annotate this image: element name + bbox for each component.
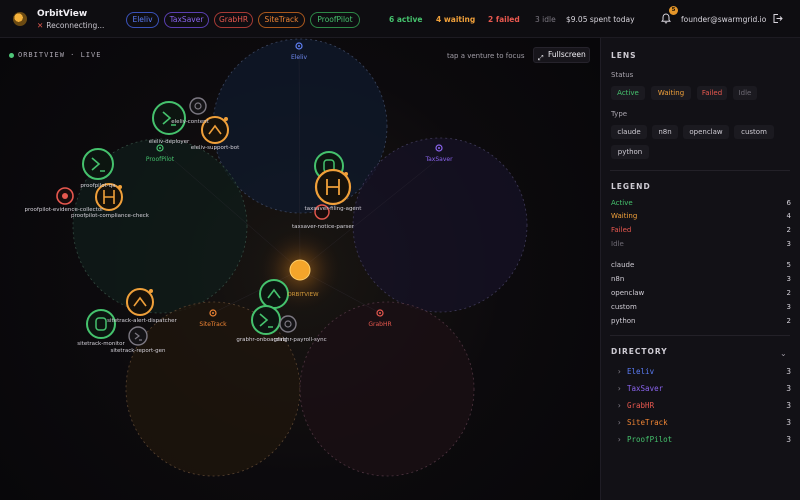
agent-label: grabhr-payroll-sync xyxy=(273,337,327,343)
directory-title: DIRECTORY xyxy=(611,347,668,356)
filter-failed[interactable]: Failed xyxy=(697,86,727,100)
agent-node-eleliv-deployer[interactable] xyxy=(152,101,186,135)
legend-title: LEGEND xyxy=(611,182,651,191)
directory-item-proofpilot[interactable]: › ProofPilot 3 xyxy=(611,435,791,447)
agent-node-sitetrack-alert-dispatcher[interactable] xyxy=(126,288,154,316)
agent-label: proofpilot-qa xyxy=(80,183,116,189)
agent-label: taxsaver-notice-parser xyxy=(291,224,355,230)
agent-node-taxsaver-filing-agent[interactable] xyxy=(314,168,352,206)
filter-idle[interactable]: Idle xyxy=(733,86,757,100)
type-filter-label: Type xyxy=(611,110,628,118)
filter-python[interactable]: python xyxy=(611,145,649,159)
notification-badge: 5 xyxy=(669,6,678,15)
agent-node-proofpilot-evidence-collector[interactable] xyxy=(56,187,74,205)
filter-claude[interactable]: claude xyxy=(611,125,647,139)
chevron-down-icon[interactable]: ⌄ xyxy=(780,349,787,358)
legend-row-claude: claude 5 xyxy=(611,261,791,269)
live-indicator xyxy=(9,53,14,58)
map-title: ORBITVIEW · LIVE xyxy=(18,51,102,59)
agent-label: eleliv-content xyxy=(171,119,209,125)
legend-row-failed: Failed 2 xyxy=(611,226,791,234)
agent-node-grabhr-payroll-sync[interactable] xyxy=(279,315,297,333)
legend-row-active: Active 6 xyxy=(611,199,791,207)
agent-node-grabhr-onboarding[interactable] xyxy=(251,305,281,335)
chevron-right-icon: › xyxy=(617,401,622,410)
agent-label: eleliv-deployer xyxy=(148,139,190,145)
lens-title: LENS xyxy=(611,51,637,60)
chevron-right-icon: › xyxy=(617,384,622,393)
directory-item-taxsaver[interactable]: › TaxSaver 3 xyxy=(611,384,791,396)
divider xyxy=(610,170,790,171)
agent-label: proofpilot-compliance-check xyxy=(71,213,149,219)
legend-row-openclaw: openclaw 2 xyxy=(611,289,791,297)
legend-row-waiting: Waiting 4 xyxy=(611,212,791,220)
venture-orbit-eleliv[interactable] xyxy=(212,38,388,214)
expand-icon: ⤢ xyxy=(538,54,544,62)
venture-orbit-grabhr[interactable] xyxy=(299,301,475,477)
agent-node-grabhr-active[interactable] xyxy=(259,279,289,309)
directory-item-eleliv[interactable]: › Eleliv 3 xyxy=(611,367,791,379)
bell-icon[interactable] xyxy=(661,13,671,24)
agent-label: sitetrack-alert-dispatcher xyxy=(107,318,177,324)
agent-label: sitetrack-report-gen xyxy=(110,348,166,354)
agent-node-proofpilot-qa[interactable] xyxy=(82,148,114,180)
agent-label: taxsaver-filing-agent xyxy=(304,206,362,212)
logout-icon[interactable] xyxy=(772,13,783,24)
map-hint: tap a venture to focus xyxy=(447,52,525,60)
venture-label-grabhr: GrabHR xyxy=(368,321,392,328)
filter-waiting[interactable]: Waiting xyxy=(651,86,691,100)
agent-node-sitetrack-monitor[interactable] xyxy=(86,309,116,339)
legend-row-n8n: n8n 3 xyxy=(611,275,791,283)
legend-row-idle: Idle 3 xyxy=(611,240,791,248)
chevron-right-icon: › xyxy=(617,367,622,376)
agent-node-sitetrack-report-gen[interactable] xyxy=(128,326,148,346)
error-dot-icon xyxy=(62,193,68,199)
venture-label-sitetrack: SiteTrack xyxy=(199,321,227,328)
agent-label: eleliv-support-bot xyxy=(190,145,240,151)
filter-n8n[interactable]: n8n xyxy=(652,125,678,139)
fullscreen-label: Fullscreen xyxy=(548,50,586,59)
venture-orbit-taxsaver[interactable] xyxy=(352,137,528,313)
venture-label-taxsaver: TaxSaver xyxy=(425,156,453,163)
orbit-canvas[interactable] xyxy=(0,0,600,500)
legend-row-python: python 2 xyxy=(611,317,791,325)
filter-openclaw[interactable]: openclaw xyxy=(683,125,729,139)
agent-label: sitetrack-monitor xyxy=(77,341,125,347)
directory-item-grabhr[interactable]: › GrabHR 3 xyxy=(611,401,791,413)
directory-item-sitetrack[interactable]: › SiteTrack 3 xyxy=(611,418,791,430)
venture-label-proofpilot: ProofPilot xyxy=(145,156,175,163)
chevron-right-icon: › xyxy=(617,418,622,427)
filter-active[interactable]: Active xyxy=(611,86,645,100)
divider xyxy=(610,335,790,336)
orbitview-core[interactable] xyxy=(289,259,311,281)
user-email[interactable]: founder@swarmgrid.io xyxy=(681,15,766,24)
agent-node-eleliv-content[interactable] xyxy=(189,97,207,115)
fullscreen-button[interactable]: ⤢ Fullscreen xyxy=(533,47,590,63)
chevron-right-icon: › xyxy=(617,435,622,444)
status-filter-label: Status xyxy=(611,71,634,79)
core-label: ORBITVIEW xyxy=(287,292,319,298)
legend-row-custom: custom 3 xyxy=(611,303,791,311)
filter-custom[interactable]: custom xyxy=(734,125,774,139)
venture-label-eleliv: Eleliv xyxy=(290,54,308,61)
